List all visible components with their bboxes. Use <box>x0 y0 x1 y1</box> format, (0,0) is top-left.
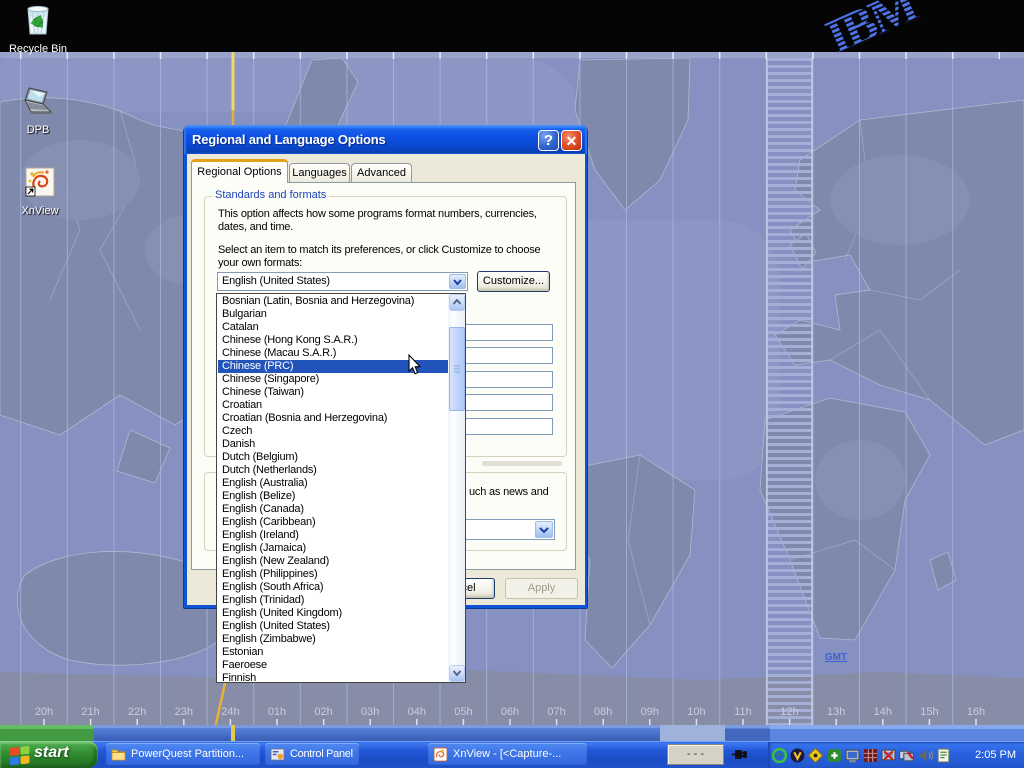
svg-text:08h: 08h <box>594 706 612 718</box>
svg-text:02h: 02h <box>314 706 332 718</box>
svg-text:09h: 09h <box>641 706 659 718</box>
svg-text:22h: 22h <box>128 706 146 718</box>
svg-text:15h: 15h <box>920 706 938 718</box>
svg-text:10h: 10h <box>687 706 705 718</box>
svg-text:04h: 04h <box>408 706 426 718</box>
svg-text:06h: 06h <box>501 706 519 718</box>
svg-text:12h: 12h <box>780 706 798 718</box>
svg-text:20h: 20h <box>35 706 53 718</box>
svg-text:05h: 05h <box>454 706 472 718</box>
svg-text:13h: 13h <box>827 706 845 718</box>
svg-text:16h: 16h <box>967 706 985 718</box>
svg-text:21h: 21h <box>81 706 99 718</box>
svg-text:01h: 01h <box>268 706 286 718</box>
svg-text:24h: 24h <box>221 706 239 718</box>
svg-text:14h: 14h <box>874 706 892 718</box>
svg-text:23h: 23h <box>175 706 193 718</box>
svg-text:GMT: GMT <box>825 652 847 663</box>
svg-text:03h: 03h <box>361 706 379 718</box>
svg-text:07h: 07h <box>547 706 565 718</box>
svg-text:11h: 11h <box>734 706 752 718</box>
